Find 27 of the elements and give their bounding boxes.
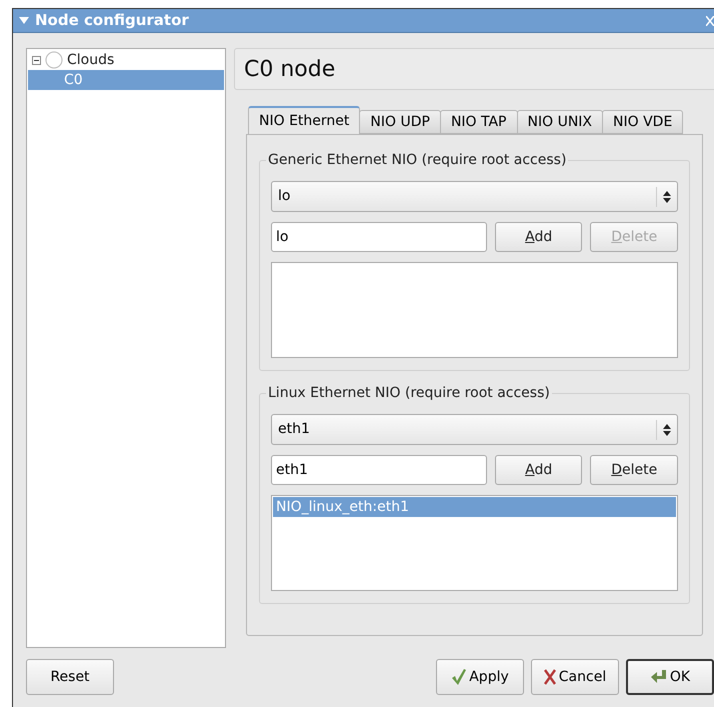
tab[interactable]: NIO UDP	[359, 110, 441, 134]
tab[interactable]: NIO UNIX	[516, 110, 604, 134]
delete-button[interactable]: Delete	[590, 455, 678, 485]
spinner-arrows-icon	[663, 190, 671, 202]
interface-dropdown[interactable]: lo	[271, 181, 678, 212]
collapse-icon[interactable]	[32, 56, 41, 64]
interface-input[interactable]: eth1	[271, 455, 487, 485]
tree-item[interactable]: Clouds	[28, 50, 224, 70]
x-mark-icon	[544, 669, 556, 685]
menu-triangle-icon[interactable]	[19, 17, 29, 24]
add-button[interactable]: Add	[494, 222, 582, 252]
reset-button[interactable]: Reset	[26, 659, 114, 695]
interface-input[interactable]: lo	[271, 222, 487, 252]
node-header: C0 node	[234, 48, 714, 90]
tab[interactable]: NIO VDE	[602, 110, 684, 134]
cancel-button[interactable]: Cancel	[531, 659, 619, 695]
apply-button[interactable]: Apply	[436, 659, 524, 695]
enter-arrow-icon	[650, 669, 668, 685]
window-title: Node configurator	[35, 10, 190, 32]
spinner-arrows-icon	[663, 424, 671, 436]
interface-dropdown[interactable]: eth1	[271, 414, 678, 445]
tab[interactable]: NIO TAP	[440, 110, 518, 134]
tab[interactable]: NIO Ethernet	[248, 106, 360, 134]
checkmark-icon	[451, 668, 468, 686]
close-icon[interactable]	[706, 16, 714, 26]
add-button[interactable]: Add	[494, 455, 582, 485]
ok-button[interactable]: OK	[626, 659, 714, 695]
